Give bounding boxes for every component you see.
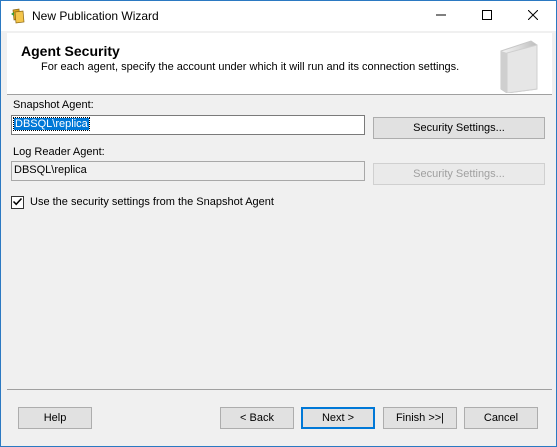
minimize-icon bbox=[436, 9, 446, 23]
checkmark-icon bbox=[12, 196, 23, 210]
maximize-button[interactable] bbox=[464, 1, 510, 31]
book-icon bbox=[491, 39, 547, 94]
close-icon bbox=[527, 9, 539, 23]
minimize-button[interactable] bbox=[418, 1, 464, 31]
maximize-icon bbox=[482, 9, 492, 23]
use-snapshot-settings-checkbox[interactable] bbox=[11, 196, 24, 209]
close-button[interactable] bbox=[510, 1, 556, 31]
title-bar[interactable]: New Publication Wizard bbox=[1, 1, 556, 31]
page-title: Agent Security bbox=[21, 43, 120, 59]
snapshot-agent-account-field[interactable]: DBSQL\replica bbox=[11, 115, 365, 135]
wizard-app-icon bbox=[10, 8, 26, 24]
snapshot-agent-label: Snapshot Agent: bbox=[13, 99, 94, 111]
wizard-window: New Publication Wizard Agent Security Fo… bbox=[0, 0, 557, 447]
cancel-button[interactable]: Cancel bbox=[464, 407, 538, 429]
wizard-header: Agent Security For each agent, specify t… bbox=[7, 33, 552, 95]
help-button[interactable]: Help bbox=[18, 407, 92, 429]
snapshot-agent-account-value: DBSQL\replica bbox=[13, 117, 90, 131]
log-reader-security-settings-button[interactable]: Security Settings... bbox=[373, 163, 545, 185]
back-button[interactable]: < Back bbox=[220, 407, 294, 429]
footer-divider bbox=[7, 389, 552, 390]
finish-button[interactable]: Finish >>| bbox=[383, 407, 457, 429]
window-title: New Publication Wizard bbox=[32, 9, 159, 23]
page-subtitle: For each agent, specify the account unde… bbox=[41, 61, 460, 73]
use-snapshot-settings-label[interactable]: Use the security settings from the Snaps… bbox=[30, 196, 274, 208]
log-reader-agent-label: Log Reader Agent: bbox=[13, 146, 105, 158]
next-button[interactable]: Next > bbox=[301, 407, 375, 429]
snapshot-security-settings-button[interactable]: Security Settings... bbox=[373, 117, 545, 139]
log-reader-agent-account-field[interactable]: DBSQL\replica bbox=[11, 161, 365, 181]
log-reader-agent-account-value: DBSQL\replica bbox=[14, 164, 87, 176]
